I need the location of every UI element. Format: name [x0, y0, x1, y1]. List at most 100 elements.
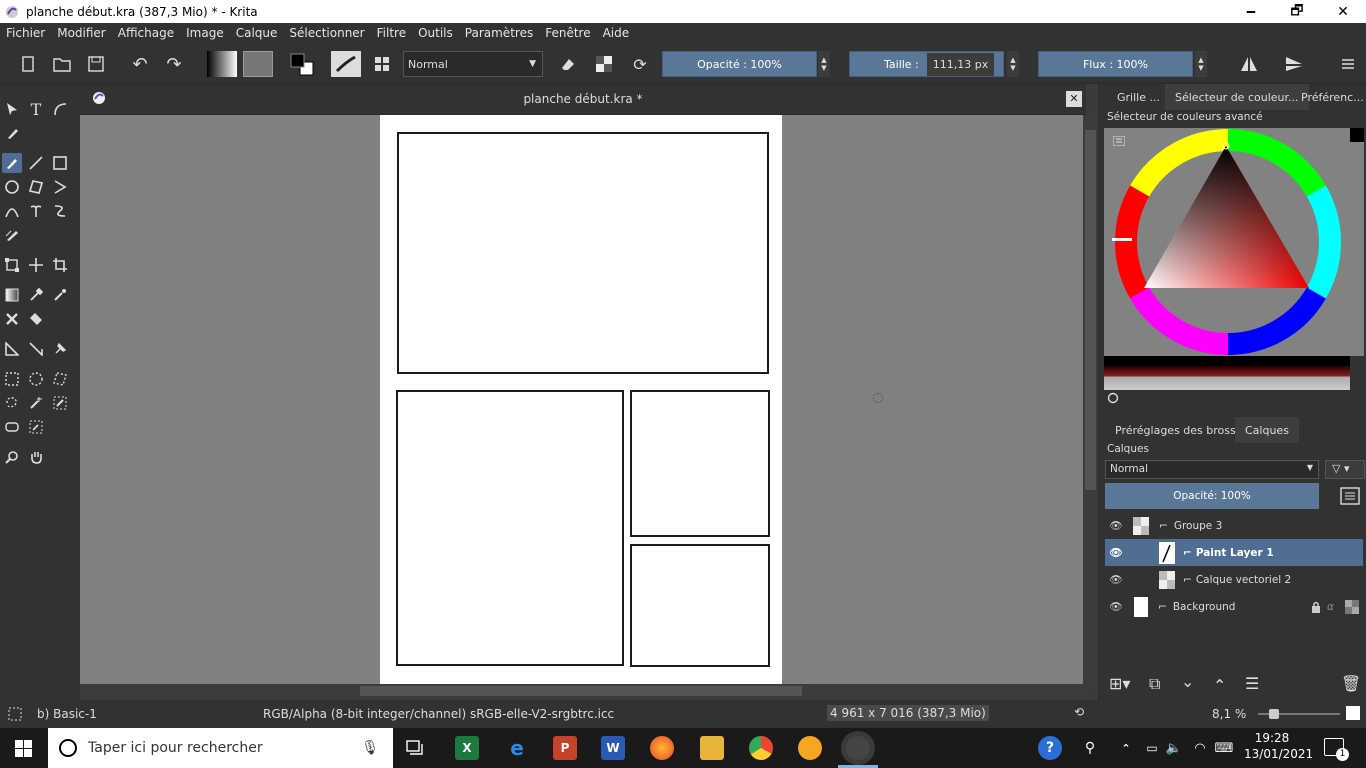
battery-icon[interactable]: ▭	[1140, 736, 1164, 760]
tab-grille[interactable]: Grille ...	[1107, 84, 1170, 110]
word-icon[interactable]: W	[601, 736, 625, 760]
polygon-tool-icon[interactable]	[26, 177, 46, 197]
close-window-button[interactable]: ✕	[1320, 0, 1366, 23]
show-hidden-icons-chevron[interactable]: ⌃	[1114, 736, 1138, 760]
new-document-icon[interactable]	[15, 51, 41, 77]
layer-filter-button[interactable]: ▽ ▾	[1325, 460, 1365, 479]
calligraphy-tool-icon[interactable]	[2, 123, 22, 143]
zoom-tool-icon[interactable]	[2, 447, 22, 467]
canvas-page[interactable]	[380, 115, 782, 684]
menu-modifier[interactable]: Modifier	[51, 26, 112, 40]
menu-selectionner[interactable]: Sélectionner	[283, 26, 370, 40]
task-view-icon[interactable]	[403, 736, 427, 760]
firefox-icon[interactable]	[650, 736, 674, 760]
crop-tool-icon[interactable]	[50, 255, 70, 275]
open-document-icon[interactable]	[49, 51, 75, 77]
transform-tool-icon[interactable]	[2, 255, 22, 275]
ellipse-select-tool-icon[interactable]	[26, 369, 46, 389]
lock-icon[interactable]	[1310, 601, 1322, 613]
add-layer-icon[interactable]: ⊞▾	[1109, 674, 1130, 693]
menu-parametres[interactable]: Paramètres	[459, 26, 539, 40]
selection-indicator-icon[interactable]	[8, 707, 22, 721]
language-icon[interactable]: ⌨	[1212, 736, 1236, 760]
mirror-vertical-icon[interactable]	[1281, 51, 1307, 77]
people-icon[interactable]: ⚲	[1078, 736, 1102, 760]
windows-start-icon[interactable]	[15, 740, 32, 757]
horizontal-scroll-thumb[interactable]	[360, 686, 802, 696]
move-layer-up-icon[interactable]: ⌃	[1213, 676, 1226, 695]
gradient-picker-icon[interactable]	[207, 51, 237, 77]
zoom-slider[interactable]	[1258, 709, 1340, 719]
color-wheel[interactable]	[1104, 128, 1364, 356]
delete-layer-icon[interactable]: 🗑	[1341, 674, 1361, 693]
layer-row-group3[interactable]: 👁 ⌐ Groupe 3	[1105, 512, 1363, 539]
taskbar-clock[interactable]: 19:28 13/01/2021	[1244, 731, 1313, 761]
rect-select-tool-icon[interactable]	[2, 369, 22, 389]
visibility-eye-icon[interactable]: 👁	[1105, 573, 1127, 586]
move-tool-icon[interactable]	[26, 255, 46, 275]
visibility-eye-icon[interactable]: 👁	[1105, 546, 1127, 559]
freehand-brush-tool-icon[interactable]	[2, 153, 22, 173]
vertical-scroll-thumb[interactable]	[1085, 130, 1096, 490]
menu-filtre[interactable]: Filtre	[371, 26, 412, 40]
bezier-select-tool-icon[interactable]	[2, 417, 22, 437]
duplicate-layer-icon[interactable]: ⧉	[1149, 674, 1160, 694]
menu-affichage[interactable]: Affichage	[112, 26, 180, 40]
colorize-mask-tool-icon[interactable]	[2, 309, 22, 329]
zoom-slider-thumb[interactable]	[1269, 709, 1279, 719]
workspace-icon[interactable]	[369, 51, 395, 77]
pan-tool-icon[interactable]	[26, 447, 46, 467]
horizontal-scrollbar[interactable]	[80, 684, 1083, 698]
inherit-alpha-icon[interactable]	[1345, 599, 1359, 614]
dynamic-brush-tool-icon[interactable]	[50, 201, 70, 221]
assistant-tool-icon[interactable]	[2, 339, 22, 359]
chrome-icon[interactable]	[749, 736, 773, 760]
powerpoint-icon[interactable]: P	[553, 736, 577, 760]
tab-layers[interactable]: Calques	[1235, 417, 1299, 443]
contiguous-select-tool-icon[interactable]	[26, 393, 46, 413]
tab-preferences[interactable]: Préférenc...	[1291, 84, 1366, 110]
polygon-select-tool-icon[interactable]	[50, 369, 70, 389]
color-picker-tool-icon[interactable]	[26, 285, 46, 305]
move-layer-down-icon[interactable]: ⌄	[1181, 672, 1194, 691]
reference-images-tool-icon[interactable]	[50, 339, 70, 359]
notification-center-icon[interactable]: 1	[1324, 738, 1349, 761]
excel-icon[interactable]: X	[455, 736, 479, 760]
layer-row-paint-layer-1[interactable]: 👁 ⌐ Paint Layer 1	[1105, 539, 1363, 566]
alpha-lock-icon[interactable]: α	[1327, 601, 1334, 613]
maximize-button[interactable]: 🗗	[1274, 0, 1320, 23]
save-icon[interactable]	[83, 51, 109, 77]
menu-fenetre[interactable]: Fenêtre	[539, 26, 596, 40]
size-slider[interactable]: Taille :111,13 px	[849, 51, 1004, 77]
layer-row-background[interactable]: 👁 ⌐ Background α	[1105, 593, 1363, 620]
gradient-tool-icon[interactable]	[2, 285, 22, 305]
visibility-eye-icon[interactable]: 👁	[1105, 519, 1127, 532]
magnetic-select-tool-icon[interactable]	[26, 417, 46, 437]
rotation-reset-icon[interactable]: ⟲	[1074, 705, 1084, 719]
tab-color-selector[interactable]: Sélecteur de couleur...	[1165, 84, 1309, 110]
menu-image[interactable]: Image	[180, 26, 230, 40]
visibility-eye-icon[interactable]: 👁	[1105, 600, 1127, 613]
bezier-tool-icon[interactable]	[2, 201, 22, 221]
fill-tool-icon[interactable]	[26, 309, 46, 329]
opacity-slider[interactable]: Opacité : 100%	[662, 51, 817, 77]
refresh-icon[interactable]	[1107, 392, 1119, 404]
flow-spin[interactable]: ▲ ▼	[1195, 51, 1207, 77]
freehand-select-tool-icon[interactable]	[2, 393, 22, 413]
brush-preset-icon[interactable]	[331, 51, 361, 77]
toolbar-menu-icon[interactable]	[1335, 51, 1361, 77]
help-icon[interactable]: ?	[1038, 736, 1062, 760]
microphone-icon[interactable]: 🎙	[361, 740, 379, 756]
volume-icon[interactable]: 🔈	[1162, 736, 1186, 760]
network-icon[interactable]: ◠	[1188, 736, 1212, 760]
layer-opacity-slider[interactable]: Opacité: 100%	[1105, 483, 1319, 509]
edge-icon[interactable]: e	[505, 736, 529, 760]
size-spin[interactable]: ▲ ▼	[1007, 51, 1019, 77]
multibrush-tool-icon[interactable]	[2, 225, 22, 245]
document-tab[interactable]: planche début.kra * ✕	[80, 84, 1086, 115]
layer-settings-icon[interactable]: ☰	[1245, 674, 1259, 693]
polyline-tool-icon[interactable]	[50, 177, 70, 197]
menu-aide[interactable]: Aide	[597, 26, 636, 40]
blend-mode-select[interactable]: Normal ▼	[403, 51, 543, 77]
opacity-spin[interactable]: ▲ ▼	[818, 51, 830, 77]
